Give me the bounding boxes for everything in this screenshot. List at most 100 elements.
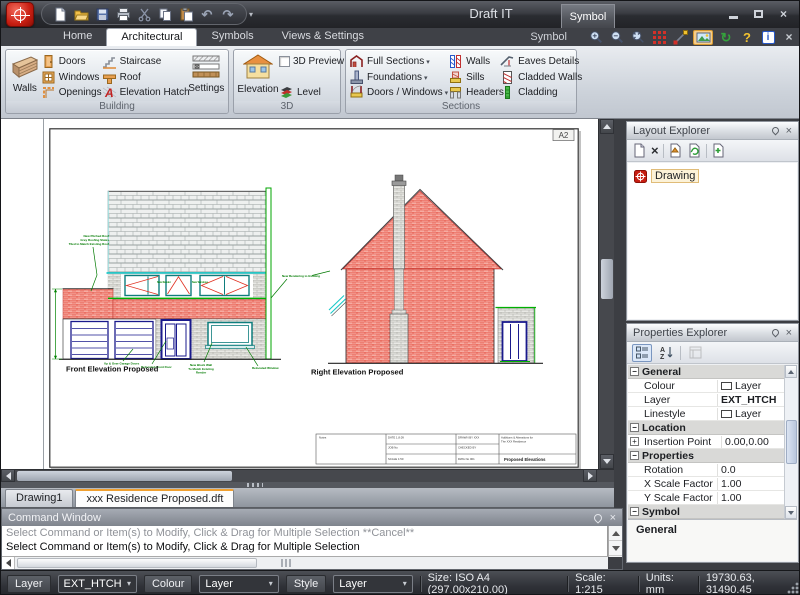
colour-swatch[interactable] bbox=[721, 382, 732, 390]
windows-button[interactable]: Windows bbox=[41, 70, 102, 85]
preview-checkbox[interactable] bbox=[279, 56, 290, 67]
open-button[interactable] bbox=[73, 6, 89, 22]
scroll-thumb[interactable] bbox=[786, 420, 797, 464]
close-icon[interactable]: × bbox=[786, 327, 792, 339]
property-row-xscale[interactable]: X Scale Factor 1.00 bbox=[628, 477, 786, 491]
snap-line-button[interactable] bbox=[672, 30, 688, 45]
eaves-details-button[interactable]: Eaves Details bbox=[500, 54, 578, 69]
new-layout-button[interactable] bbox=[632, 143, 647, 158]
canvas-horizontal-scrollbar[interactable] bbox=[1, 469, 614, 482]
vertical-scroll-thumb[interactable] bbox=[601, 259, 613, 299]
resize-grip-icon[interactable] bbox=[786, 581, 799, 594]
scroll-up-button[interactable] bbox=[609, 526, 622, 541]
property-row-insertion-point[interactable]: + Insertion Point 0.00,0.00 bbox=[628, 435, 786, 449]
refresh-button[interactable]: ↻ bbox=[718, 30, 734, 45]
minimize-button[interactable] bbox=[724, 7, 743, 21]
property-group-properties[interactable]: − Properties bbox=[628, 449, 786, 463]
full-sections-button[interactable]: Full Sections bbox=[349, 54, 448, 69]
tab-views-settings[interactable]: Views & Settings bbox=[268, 28, 378, 46]
property-row-linestyle[interactable]: Linestyle Layer bbox=[628, 407, 786, 421]
section-walls-button[interactable]: Walls bbox=[448, 54, 500, 69]
close-ribbon-button[interactable]: × bbox=[781, 30, 797, 45]
new-button[interactable] bbox=[52, 6, 68, 22]
export-layout-button[interactable] bbox=[668, 143, 683, 158]
titlebar-document-tab[interactable]: Symbol bbox=[561, 4, 615, 28]
redo-button[interactable]: ↷ bbox=[220, 6, 236, 22]
level-button[interactable]: Level bbox=[279, 85, 337, 100]
doors-windows-sections-button[interactable]: Doors / Windows bbox=[349, 85, 448, 100]
style-dropdown[interactable]: Layer bbox=[333, 575, 412, 593]
collapse-icon[interactable]: − bbox=[630, 423, 639, 432]
layer-dropdown[interactable]: EXT_HTCH bbox=[58, 575, 137, 593]
property-row-rotation[interactable]: Rotation 0.0 bbox=[628, 463, 786, 477]
doors-button[interactable]: Doors bbox=[41, 54, 102, 69]
cut-button[interactable] bbox=[136, 6, 152, 22]
command-horizontal-scrollbar[interactable] bbox=[2, 556, 608, 569]
scroll-down-button[interactable] bbox=[609, 541, 622, 556]
collapse-icon[interactable]: − bbox=[630, 367, 639, 376]
property-row-colour[interactable]: Colour Layer bbox=[628, 379, 786, 393]
openings-button[interactable]: Openings bbox=[41, 85, 102, 100]
cladded-walls-button[interactable]: Cladded Walls bbox=[500, 70, 578, 85]
elevation-hatch-button[interactable]: A Elevation Hatch bbox=[102, 85, 188, 100]
scroll-up-button[interactable] bbox=[600, 119, 614, 134]
doc-tab-drawing1[interactable]: Drawing1 bbox=[5, 489, 73, 507]
scroll-right-button[interactable] bbox=[583, 469, 597, 482]
horizontal-scroll-thumb[interactable] bbox=[17, 471, 232, 481]
refresh-layout-button[interactable] bbox=[687, 143, 702, 158]
properties-scrollbar[interactable] bbox=[784, 365, 797, 519]
roof-button[interactable]: Roof bbox=[102, 70, 188, 85]
grid-snap-button[interactable] bbox=[651, 30, 667, 45]
property-pages-button[interactable] bbox=[685, 344, 705, 362]
collapse-icon[interactable]: − bbox=[630, 507, 639, 516]
property-row-layer[interactable]: Layer EXT_HTCH bbox=[628, 393, 786, 407]
close-button[interactable]: × bbox=[774, 7, 793, 21]
scroll-up-button[interactable] bbox=[785, 365, 797, 378]
foundations-button[interactable]: Foundations bbox=[349, 70, 448, 85]
undo-button[interactable]: ↶ bbox=[199, 6, 215, 22]
linestyle-swatch[interactable] bbox=[721, 410, 732, 418]
elevation-button[interactable]: Elevation bbox=[237, 52, 279, 102]
close-icon[interactable]: × bbox=[610, 510, 616, 526]
help-button[interactable]: ? bbox=[739, 30, 755, 45]
settings-button[interactable]: Settings bbox=[188, 52, 225, 102]
cladding-button[interactable]: Cladding bbox=[500, 85, 578, 100]
tab-home[interactable]: Home bbox=[49, 28, 106, 46]
property-group-location[interactable]: − Location bbox=[628, 421, 786, 435]
layout-item-drawing[interactable]: Drawing bbox=[634, 169, 797, 183]
scroll-down-button[interactable] bbox=[785, 506, 797, 519]
delete-layout-button[interactable]: × bbox=[651, 143, 659, 158]
walls-button[interactable]: Walls bbox=[9, 52, 41, 102]
tab-symbols[interactable]: Symbols bbox=[197, 28, 267, 46]
maximize-button[interactable] bbox=[749, 7, 768, 21]
pin-icon[interactable] bbox=[770, 328, 780, 338]
import-layout-button[interactable] bbox=[711, 143, 726, 158]
drawing-canvas[interactable]: A2 bbox=[1, 119, 598, 469]
property-row-yscale[interactable]: Y Scale Factor 1.00 bbox=[628, 491, 786, 505]
colour-dropdown[interactable]: Layer bbox=[199, 575, 278, 593]
scroll-left-button[interactable] bbox=[2, 557, 15, 569]
staircase-button[interactable]: Staircase bbox=[102, 54, 188, 69]
pin-icon[interactable] bbox=[770, 126, 780, 136]
property-group-symbol[interactable]: − Symbol bbox=[628, 505, 786, 519]
doc-tab-residence[interactable]: xxx Residence Proposed.dft bbox=[75, 489, 234, 507]
pin-icon[interactable] bbox=[592, 512, 603, 523]
paste-button[interactable] bbox=[178, 6, 194, 22]
tab-architectural[interactable]: Architectural bbox=[106, 28, 197, 46]
app-logo-button[interactable] bbox=[6, 2, 34, 27]
drawing-sheet[interactable]: A2 bbox=[49, 128, 579, 468]
3d-preview-toggle[interactable]: 3D Preview bbox=[279, 54, 337, 69]
info-button[interactable]: i bbox=[760, 30, 776, 45]
scroll-left-button[interactable] bbox=[1, 469, 15, 482]
headers-button[interactable]: Headers bbox=[448, 85, 500, 100]
zoom-out-button[interactable] bbox=[609, 30, 625, 45]
zoom-extents-button[interactable] bbox=[630, 30, 646, 45]
command-history[interactable]: Select Command or Item(s) to Modify, Cli… bbox=[2, 526, 608, 557]
collapse-icon[interactable]: − bbox=[630, 451, 639, 460]
scroll-down-button[interactable] bbox=[600, 454, 614, 469]
property-group-general[interactable]: − General bbox=[628, 365, 786, 379]
copy-button[interactable] bbox=[157, 6, 173, 22]
save-button[interactable] bbox=[94, 6, 110, 22]
render-view-button[interactable] bbox=[693, 30, 713, 45]
expand-icon[interactable]: + bbox=[630, 437, 639, 446]
